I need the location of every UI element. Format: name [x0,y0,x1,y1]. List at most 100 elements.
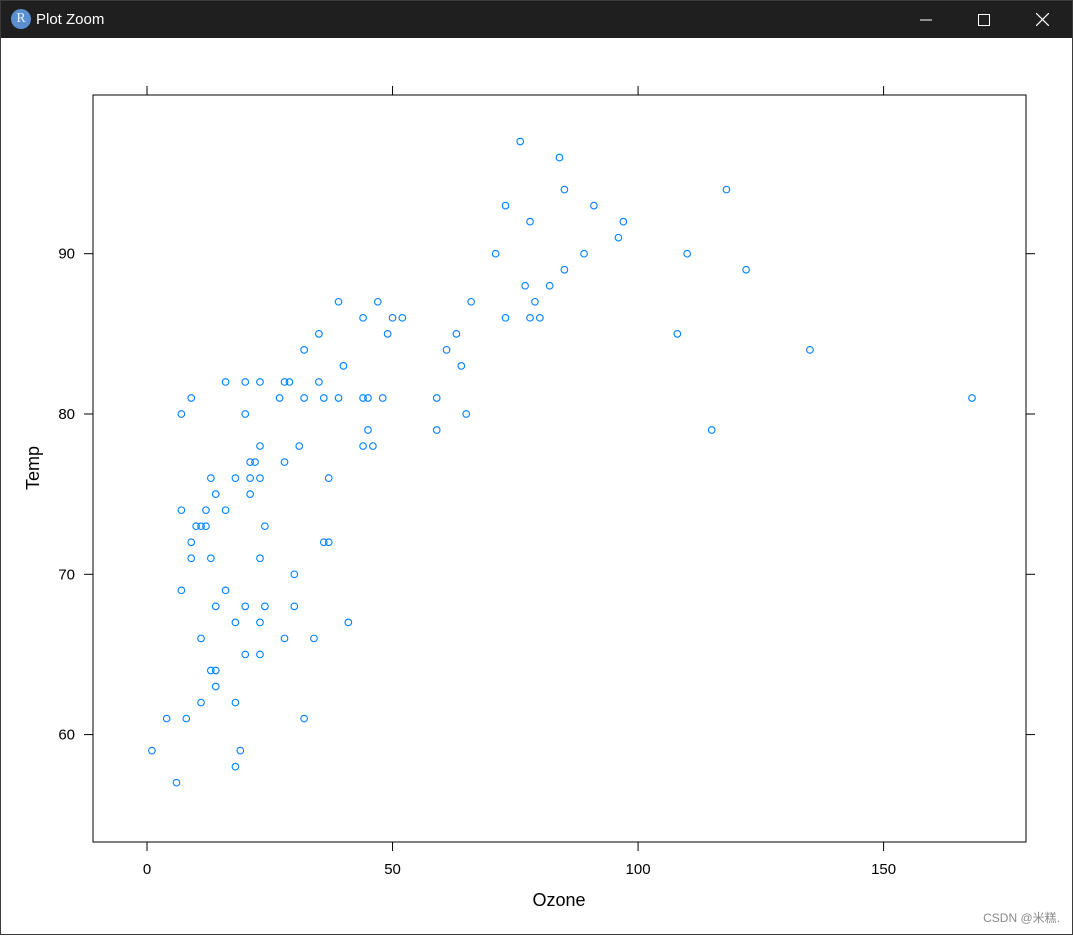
data-point [432,394,441,402]
x-axis-label: Ozone [532,890,585,910]
data-point [344,618,353,627]
data-point [231,698,240,707]
data-point [290,570,299,579]
data-point [369,442,377,450]
data-point [256,442,264,450]
maximize-button[interactable] [955,1,1013,38]
data-points [148,137,976,787]
y-tick-label: 80 [58,406,75,423]
data-point [221,586,230,595]
data-point [722,185,731,194]
minimize-icon [920,19,932,20]
x-tick-label: 0 [143,861,151,878]
data-point [742,265,750,274]
data-point [231,762,240,771]
data-point [202,522,210,531]
data-point [619,217,628,226]
data-point [197,634,205,643]
close-button[interactable] [1013,1,1071,38]
data-point [246,474,254,482]
data-point [177,410,186,418]
data-point [383,329,392,338]
data-point [339,362,348,370]
data-point [202,506,210,515]
data-point [614,233,623,242]
data-point [197,698,205,707]
data-point [187,554,196,563]
data-point [211,682,220,691]
data-point [398,313,407,322]
y-tick-label: 90 [58,246,75,263]
x-tick-label: 50 [384,861,401,878]
data-point [334,394,343,402]
data-point [300,394,309,402]
y-tick-label: 60 [58,727,75,744]
data-point [221,378,230,386]
plot-zoom-window: R Plot Zoom 0 50 100 150 60 70 80 90 Ozone Temp… [0,0,1073,935]
data-point [207,554,215,563]
data-point [241,410,250,418]
data-point [290,602,299,611]
data-point [467,297,475,306]
data-point [211,602,220,611]
r-app-icon: R [11,9,31,29]
data-point [187,394,196,402]
data-point [806,346,814,354]
plot-panel [92,94,1027,843]
data-point [231,474,240,482]
data-point [462,410,471,418]
data-point [388,313,397,322]
axis-tick-labels: 0 50 100 150 60 70 80 90 [58,246,896,878]
y-tick-label: 70 [58,566,75,583]
data-point [432,426,441,434]
data-point [280,634,289,643]
data-point [457,362,466,370]
data-point [300,346,309,354]
axis-ticks [84,86,1035,851]
title-bar[interactable]: R Plot Zoom [1,1,1072,38]
data-point [526,217,534,226]
data-point [187,538,196,547]
data-point [300,714,309,723]
x-tick-label: 100 [626,861,651,878]
data-point [359,313,367,322]
data-point [673,329,682,338]
data-point [172,778,181,787]
data-point [968,394,976,402]
data-point [256,474,264,482]
data-point [521,281,529,290]
maximize-icon [978,13,990,26]
data-point [221,506,230,515]
data-point [324,538,333,547]
data-point [241,650,250,659]
scatter-plot: 0 50 100 150 60 70 80 90 Ozone Temp [23,86,1035,910]
data-point [324,474,333,482]
data-point [256,378,264,386]
data-point [207,474,215,482]
data-point [315,378,323,386]
data-point [148,746,156,755]
data-point [231,618,240,627]
minimize-button[interactable] [897,1,955,38]
data-point [241,378,250,386]
data-point [560,265,569,274]
data-point [536,313,544,322]
data-point [560,185,569,194]
x-tick-label: 150 [871,861,896,878]
y-axis-label: Temp [23,446,43,490]
data-point [590,201,598,210]
data-point [555,153,564,162]
data-point [683,249,692,258]
data-point [707,426,716,434]
data-point [501,201,510,210]
data-point [275,394,284,402]
data-point [162,714,171,723]
data-point [236,746,245,755]
plot-canvas: 0 50 100 150 60 70 80 90 Ozone Temp [1,38,1072,934]
data-point [211,490,220,498]
data-point [246,490,254,498]
data-point [310,634,318,643]
data-point [373,297,382,306]
data-point [501,313,510,322]
data-point [177,506,186,515]
